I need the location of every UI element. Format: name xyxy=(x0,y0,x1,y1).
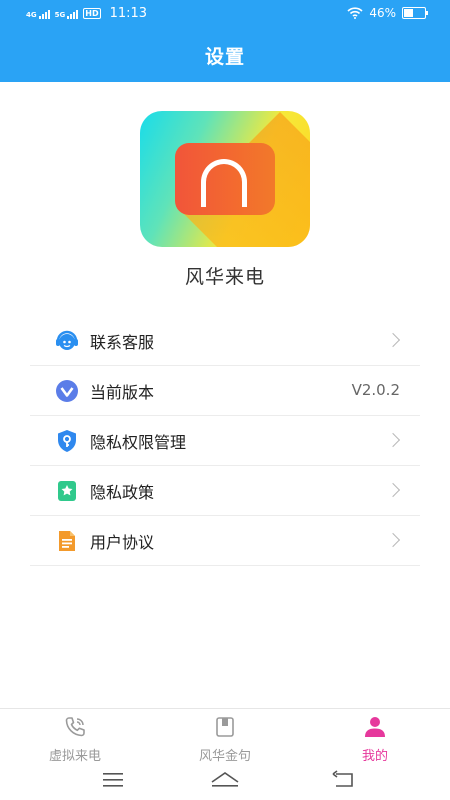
status-right: 46% xyxy=(347,6,428,20)
page-title: 设置 xyxy=(204,46,245,68)
book-icon xyxy=(216,717,234,737)
version-value: V2.0.2 xyxy=(351,381,400,399)
signal-4g: 4G xyxy=(26,9,50,19)
battery-icon xyxy=(402,7,428,19)
version-icon xyxy=(54,378,80,404)
bottom-nav: 虚拟来电 风华金句 我的 xyxy=(0,708,450,765)
header-bar: 4G 5G HD 11:13 46% 设置 xyxy=(0,0,450,82)
system-nav-bar xyxy=(0,764,450,800)
tab-label: 我的 xyxy=(361,749,388,764)
menu-icon[interactable] xyxy=(102,770,124,790)
settings-item-label: 隐私政策 xyxy=(90,482,155,502)
signal-bars-icon xyxy=(67,9,79,19)
battery-percent: 46% xyxy=(369,6,396,20)
chevron-right-icon xyxy=(385,432,401,448)
settings-item-privacy-permissions[interactable]: 隐私权限管理 xyxy=(30,416,420,466)
privacy-shield-icon xyxy=(54,428,80,454)
settings-item-label: 用户协议 xyxy=(90,532,155,552)
policy-icon xyxy=(54,478,80,504)
settings-item-contact-support[interactable]: 联系客服 xyxy=(30,316,420,366)
settings-item-user-agreement[interactable]: 用户协议 xyxy=(30,516,420,566)
signal-5g-label: 5G xyxy=(54,10,66,19)
app-logo xyxy=(140,111,310,247)
tab-virtual-call[interactable]: 虚拟来电 xyxy=(0,715,150,764)
settings-item-version[interactable]: 当前版本 V2.0.2 xyxy=(30,366,420,416)
status-time: 11:13 xyxy=(109,6,148,21)
status-left: 4G 5G HD 11:13 xyxy=(26,6,147,21)
app-name: 风华来电 xyxy=(184,266,265,288)
tab-label: 虚拟来电 xyxy=(48,749,101,764)
settings-item-privacy-policy[interactable]: 隐私政策 xyxy=(30,466,420,516)
tab-label: 风华金句 xyxy=(198,749,251,764)
chevron-right-icon xyxy=(385,332,401,348)
home-icon[interactable] xyxy=(210,770,240,790)
back-icon[interactable] xyxy=(332,770,356,790)
settings-item-label: 当前版本 xyxy=(90,382,155,402)
logo-inner-tile xyxy=(175,143,275,215)
chevron-right-icon xyxy=(385,482,401,498)
settings-list: 联系客服 当前版本 V2.0.2 隐私权限管理 隐私政策 用户协议 xyxy=(30,316,420,566)
status-bar: 4G 5G HD 11:13 46% xyxy=(0,0,450,28)
signal-5g: 5G xyxy=(55,9,79,19)
signal-4g-label: 4G xyxy=(26,10,37,19)
battery-level xyxy=(404,9,414,17)
hd-badge: HD xyxy=(83,8,101,19)
customer-service-icon xyxy=(54,328,80,354)
tab-quotes[interactable]: 风华金句 xyxy=(150,715,300,764)
settings-item-label: 联系客服 xyxy=(90,332,155,352)
signal-bars-icon xyxy=(38,9,50,19)
wifi-icon xyxy=(347,7,363,19)
document-icon xyxy=(54,528,80,554)
chevron-right-icon xyxy=(385,532,401,548)
tab-mine[interactable]: 我的 xyxy=(300,715,450,764)
settings-item-label: 隐私权限管理 xyxy=(90,432,187,452)
logo-arch-icon xyxy=(201,159,247,207)
user-icon xyxy=(365,717,385,737)
phone-icon xyxy=(65,717,85,737)
